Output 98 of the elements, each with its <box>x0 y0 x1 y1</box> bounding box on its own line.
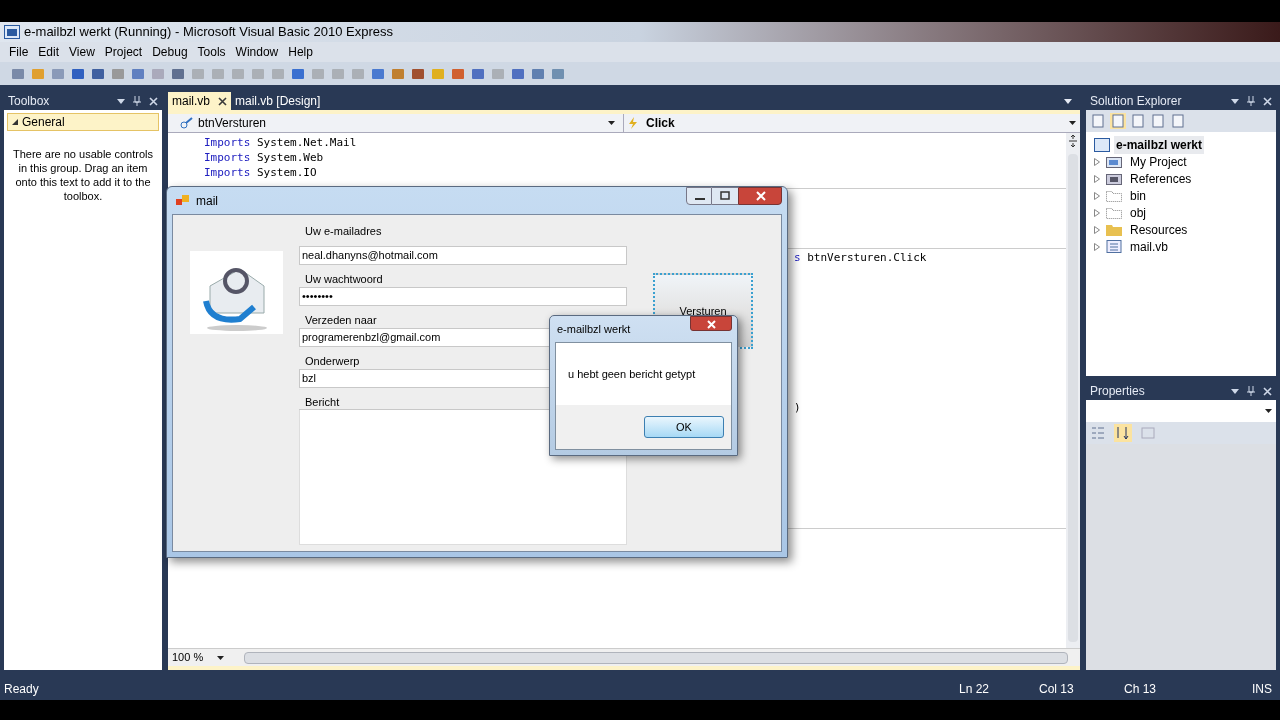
field-label: Uw e-mailadres <box>304 224 383 239</box>
editor-tab[interactable]: mail.vb [Design] <box>231 92 325 110</box>
toolbar-tool-icon[interactable] <box>391 66 405 81</box>
caret-icon[interactable] <box>1069 121 1076 125</box>
tree-item[interactable]: obj <box>1128 203 1148 222</box>
form-title: mail <box>196 192 219 210</box>
code-line: Imports System.IO <box>204 165 318 180</box>
character-number: Ch 13 <box>1124 681 1157 698</box>
app-icon <box>4 25 20 39</box>
toolbox-group[interactable]: General <box>7 113 159 131</box>
tree-item[interactable]: My Project <box>1128 152 1189 171</box>
menu-item[interactable]: Edit <box>33 43 65 61</box>
menu-item[interactable]: Tools <box>192 43 231 61</box>
text-field[interactable]: •••••••• <box>299 287 627 306</box>
empty-toolbox-message: There are no usable controls in this group. Drag an item onto this text to add it to the toolbox. <box>12 147 154 203</box>
dropdown-icon[interactable] <box>1231 388 1239 394</box>
categorized-icon[interactable] <box>1090 425 1106 441</box>
horizontal-scrollbar[interactable] <box>244 651 1068 664</box>
dropdown-icon[interactable] <box>1064 99 1072 104</box>
ok-button[interactable]: OK <box>644 416 724 438</box>
menu-item[interactable]: Project <box>99 43 148 61</box>
solution-icon <box>1094 137 1110 152</box>
explorer-tool-icon[interactable] <box>1150 113 1166 129</box>
toolbar-tool-icon[interactable] <box>91 66 105 81</box>
code-fragment: ) <box>794 399 802 416</box>
column-number: Col 13 <box>1039 681 1075 698</box>
insert-mode: INS <box>1252 681 1273 698</box>
explorer-tool-icon[interactable] <box>1130 113 1146 129</box>
line-number: Ln 22 <box>959 681 990 698</box>
toolbar-tool-icon[interactable] <box>131 66 145 81</box>
explorer-tool-icon[interactable] <box>1110 113 1126 129</box>
window-title: e-mailbzl werkt (Running) - Microsoft Visual Basic 2010 Express <box>24 23 393 42</box>
pin-icon[interactable] <box>133 96 141 106</box>
code-line: Imports System.Net.Mail <box>204 135 358 150</box>
dropdown-icon[interactable] <box>1231 98 1239 104</box>
lightning-icon <box>628 117 638 129</box>
menu-item[interactable]: Debug <box>147 43 193 61</box>
close-icon[interactable] <box>738 187 782 205</box>
caret-icon[interactable] <box>608 121 615 125</box>
toolbar-tool-icon[interactable] <box>51 66 65 81</box>
split-handle-icon[interactable] <box>1068 134 1078 148</box>
tree-item[interactable]: bin <box>1128 186 1148 205</box>
zoom-dropdown[interactable]: 100 % <box>168 649 232 666</box>
toolbar-tool-icon[interactable] <box>11 66 25 81</box>
toolbar-tool-icon[interactable] <box>291 66 305 81</box>
collapse-triangle-icon <box>12 119 18 125</box>
close-icon[interactable] <box>218 96 227 106</box>
properties-title: Properties <box>1090 383 1146 400</box>
toolbar-tool-icon[interactable] <box>371 66 385 81</box>
close-icon[interactable] <box>690 316 732 331</box>
caret-icon[interactable] <box>1265 409 1272 413</box>
field-label: Verzeden naar <box>304 313 378 328</box>
tree-item[interactable]: mail.vb <box>1128 237 1170 256</box>
maximize-icon[interactable] <box>712 187 738 205</box>
folder-icon <box>1106 223 1122 236</box>
toolbar-tool-icon[interactable] <box>411 66 425 81</box>
field-label: Uw wachtwoord <box>304 272 384 287</box>
caret-icon[interactable] <box>217 655 224 660</box>
field-label: Onderwerp <box>304 354 361 369</box>
menu-item[interactable]: File <box>4 43 34 61</box>
project-icon <box>1106 155 1122 168</box>
folder-outline-icon <box>1106 189 1122 202</box>
status-text: Ready <box>4 681 40 698</box>
solution-explorer-title: Solution Explorer <box>1090 93 1183 110</box>
object-dropdown[interactable]: btnVersturen <box>168 114 624 132</box>
pin-icon[interactable] <box>1247 96 1255 106</box>
form-icon <box>176 194 190 207</box>
toolbar-tool-icon[interactable] <box>471 66 485 81</box>
pin-icon[interactable] <box>1247 386 1255 396</box>
toolbar-tool-icon[interactable] <box>511 66 525 81</box>
explorer-tool-icon[interactable] <box>1170 113 1186 129</box>
folder-outline-icon <box>1106 206 1122 219</box>
toolbar-tool-icon[interactable] <box>111 66 125 81</box>
tree-item[interactable]: Resources <box>1128 220 1190 239</box>
toolbar-tool-icon[interactable] <box>551 66 565 81</box>
event-dropdown[interactable]: Click <box>624 114 1080 132</box>
code-file-icon <box>1106 240 1122 253</box>
toolbar-tool-icon[interactable] <box>171 66 185 81</box>
editor-tab[interactable]: mail.vb <box>168 92 231 110</box>
menu-item[interactable]: Help <box>283 43 318 61</box>
menu-item[interactable]: Window <box>230 43 284 61</box>
code-line: s btnVersturen.Click <box>794 250 928 266</box>
tree-item[interactable]: References <box>1128 169 1194 188</box>
tree-item[interactable]: e-mailbzl werkt <box>1114 135 1205 154</box>
minimize-icon[interactable] <box>686 187 712 205</box>
email-envelope-icon <box>189 251 283 334</box>
menu-item[interactable]: View <box>64 43 100 61</box>
member-icon <box>180 117 194 129</box>
code-line: Imports System.Web <box>204 150 325 165</box>
toolbox-title: Toolbox <box>8 93 51 110</box>
text-field[interactable]: neal.dhanyns@hotmail.com <box>299 246 627 265</box>
toolbar-tool-icon[interactable] <box>531 66 545 81</box>
toolbar-tool-icon[interactable] <box>71 66 85 81</box>
toolbar-tool-icon[interactable] <box>451 66 465 81</box>
sort-alphabetical-icon[interactable] <box>1114 424 1132 442</box>
references-icon <box>1106 172 1122 185</box>
explorer-tool-icon[interactable] <box>1090 113 1106 129</box>
dropdown-icon[interactable] <box>117 98 125 104</box>
